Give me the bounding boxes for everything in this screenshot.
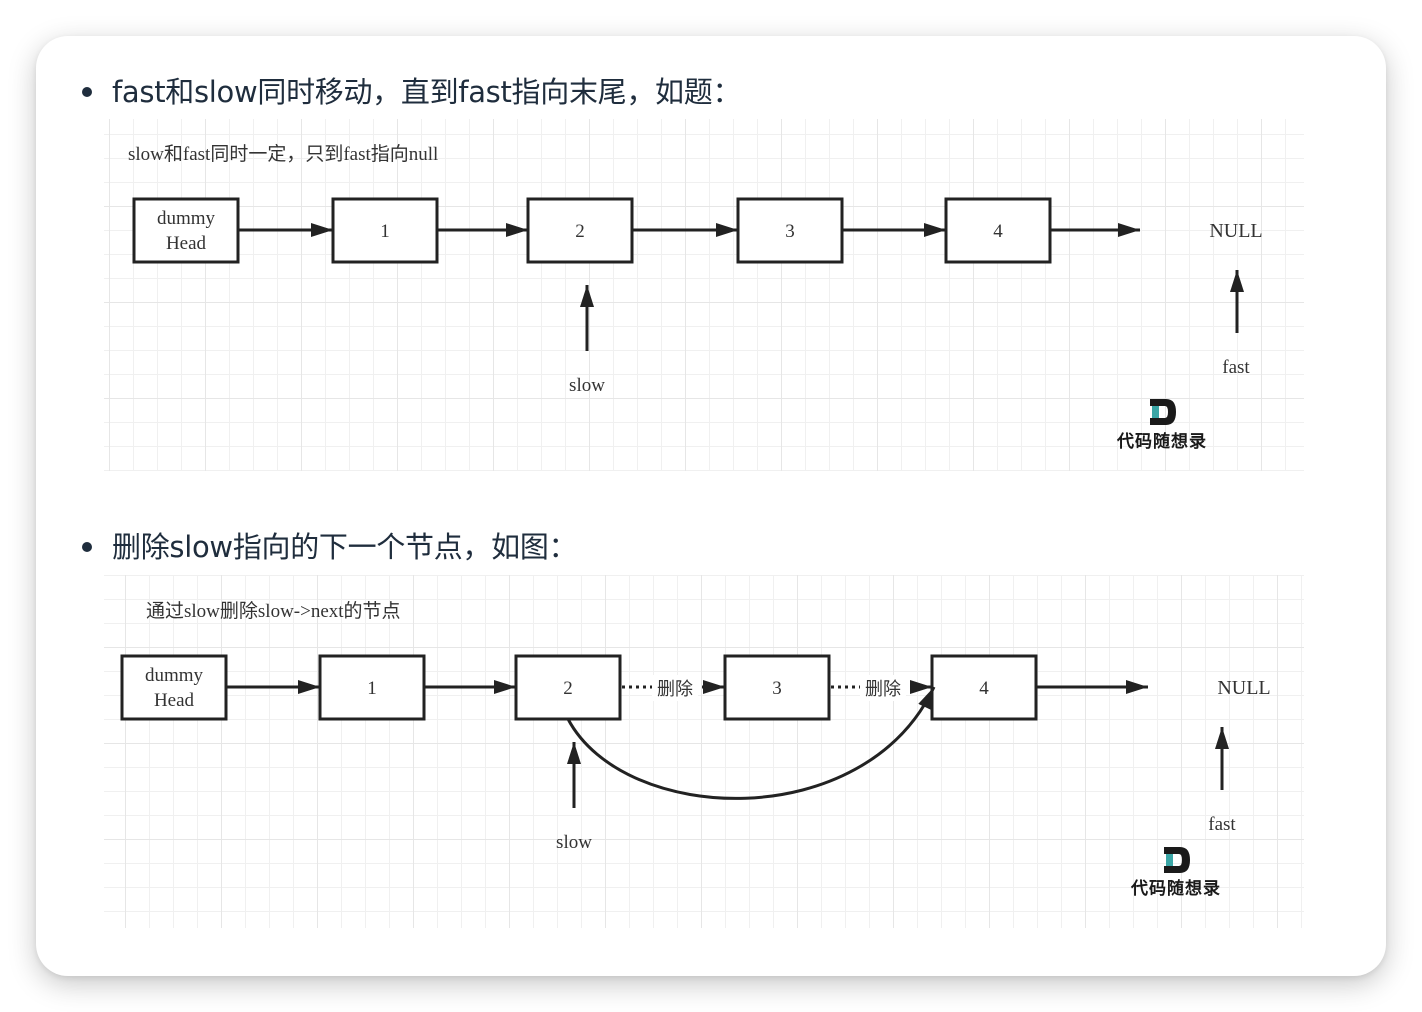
node-label: 3 xyxy=(772,678,782,699)
null-label: NULL xyxy=(1209,220,1262,242)
bullet-item-2: 删除slow指向的下一个节点，如图： xyxy=(82,527,578,567)
node-label: 4 xyxy=(979,678,989,699)
diagram-fast-slow-pointers: slow和fast同时一定，只到fast指向null dummy Head 1 … xyxy=(104,119,1304,471)
node-1: 1 xyxy=(318,654,426,721)
node-3: 3 xyxy=(736,197,844,264)
node-1: 1 xyxy=(331,197,439,264)
fast-label: fast xyxy=(1208,814,1236,835)
node-4: 4 xyxy=(930,654,1038,721)
bullet-dot xyxy=(82,542,92,552)
delete-label: 删除 xyxy=(865,679,901,700)
node-3: 3 xyxy=(723,654,831,721)
node-label: 4 xyxy=(993,221,1003,242)
diagram-delete-node: 通过slow删除slow->next的节点 dummy Head 1 2 3 4… xyxy=(104,575,1304,928)
fast-label: fast xyxy=(1222,357,1250,378)
watermark-text: 代码随想录 xyxy=(1130,878,1221,899)
node-dummy-head: dummy Head xyxy=(132,197,240,264)
grid-major xyxy=(104,575,1304,928)
node-2: 2 xyxy=(526,197,634,264)
node-label: 2 xyxy=(575,221,585,242)
bullet-item-1: fast和slow同时移动，直到fast指向末尾，如题： xyxy=(82,72,742,112)
node-label: 2 xyxy=(563,678,573,699)
node-label: 3 xyxy=(785,221,795,242)
diagram-caption: slow和fast同时一定，只到fast指向null xyxy=(128,143,438,165)
node-4: 4 xyxy=(944,197,1052,264)
node-2: 2 xyxy=(514,654,622,721)
heading-fast-slow-move: fast和slow同时移动，直到fast指向末尾，如题： xyxy=(112,75,742,109)
watermark-text: 代码随想录 xyxy=(1116,431,1207,452)
heading-delete-next: 删除slow指向的下一个节点，如图： xyxy=(112,530,578,564)
node-label-line1: dummy xyxy=(157,208,216,229)
node-label-line2: Head xyxy=(154,690,195,711)
diagram-caption: 通过slow删除slow->next的节点 xyxy=(146,600,401,622)
node-label: 1 xyxy=(380,221,390,242)
node-dummy-head: dummy Head xyxy=(120,654,228,721)
node-label-line2: Head xyxy=(166,233,207,254)
null-label: NULL xyxy=(1217,677,1270,699)
slow-label: slow xyxy=(569,375,605,396)
grid-major xyxy=(104,119,1304,471)
bullet-dot xyxy=(82,87,92,97)
node-label: 1 xyxy=(367,678,377,699)
delete-label: 删除 xyxy=(657,679,693,700)
slow-label: slow xyxy=(556,832,592,853)
node-label-line1: dummy xyxy=(145,665,204,686)
